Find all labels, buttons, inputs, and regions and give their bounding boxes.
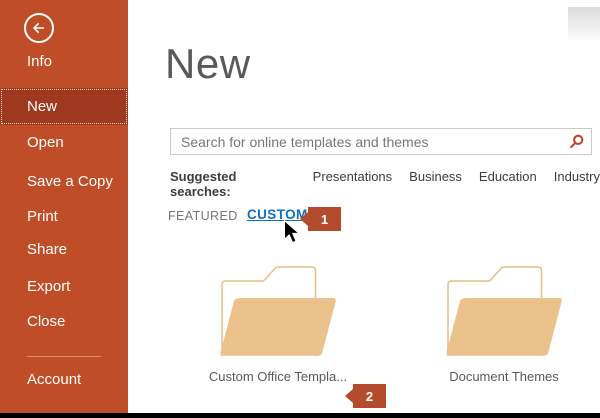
badge-number: 2 <box>365 388 374 404</box>
sidebar-item-close[interactable]: Close <box>0 309 128 335</box>
sidebar-item-export[interactable]: Export <box>0 274 128 300</box>
template-folder-custom-office-templates[interactable]: Custom Office Templa... <box>208 262 348 384</box>
template-search-box <box>170 128 592 155</box>
suggested-link-business[interactable]: Business <box>409 169 462 184</box>
back-button[interactable] <box>24 13 54 43</box>
backstage-main-panel: New Suggested searches: Presentations Bu… <box>128 0 600 413</box>
tab-featured[interactable]: FEATURED <box>168 209 238 223</box>
folder-label: Custom Office Templa... <box>208 369 348 384</box>
sidebar-item-share[interactable]: Share <box>0 237 128 263</box>
start-search-button[interactable] <box>561 129 591 154</box>
badge-arrow-left-icon <box>300 212 308 226</box>
template-folder-document-themes[interactable]: Document Themes <box>434 262 574 384</box>
sidebar-item-save-a-copy[interactable]: Save a Copy <box>0 169 128 195</box>
annotation-badge-1: 1 <box>300 207 341 231</box>
sidebar-item-account[interactable]: Account <box>0 367 128 393</box>
search-input[interactable] <box>171 133 561 150</box>
sidebar-item-open[interactable]: Open <box>0 130 128 156</box>
mouse-cursor-icon <box>283 219 301 251</box>
back-arrow-icon <box>33 23 45 33</box>
suggested-link-industry[interactable]: Industry <box>554 169 600 184</box>
sidebar-item-new[interactable]: New <box>0 88 128 125</box>
badge-number: 1 <box>320 211 329 227</box>
page-title: New <box>165 40 251 87</box>
powerpoint-backstage-new: Info New Open Save a Copy Print Share Ex… <box>0 0 600 418</box>
bottom-crop-bar <box>0 413 600 418</box>
badge-arrow-left-icon <box>345 389 353 403</box>
suggested-searches-row: Suggested searches: Presentations Busine… <box>170 169 600 199</box>
sidebar-divider <box>27 356 101 357</box>
suggested-link-presentations[interactable]: Presentations <box>313 169 393 184</box>
backstage-sidebar: Info New Open Save a Copy Print Share Ex… <box>0 0 128 414</box>
suggested-link-education[interactable]: Education <box>479 169 537 184</box>
scrollbar-thumb[interactable] <box>568 7 600 40</box>
open-folder-icon <box>220 266 336 356</box>
open-folder-icon <box>446 266 562 356</box>
sidebar-item-print[interactable]: Print <box>0 204 128 230</box>
folder-label: Document Themes <box>449 369 559 384</box>
sidebar-item-info[interactable]: Info <box>0 49 128 75</box>
search-icon <box>569 134 583 149</box>
suggested-searches-label: Suggested searches: <box>170 169 237 199</box>
annotation-badge-2: 2 <box>345 384 386 408</box>
